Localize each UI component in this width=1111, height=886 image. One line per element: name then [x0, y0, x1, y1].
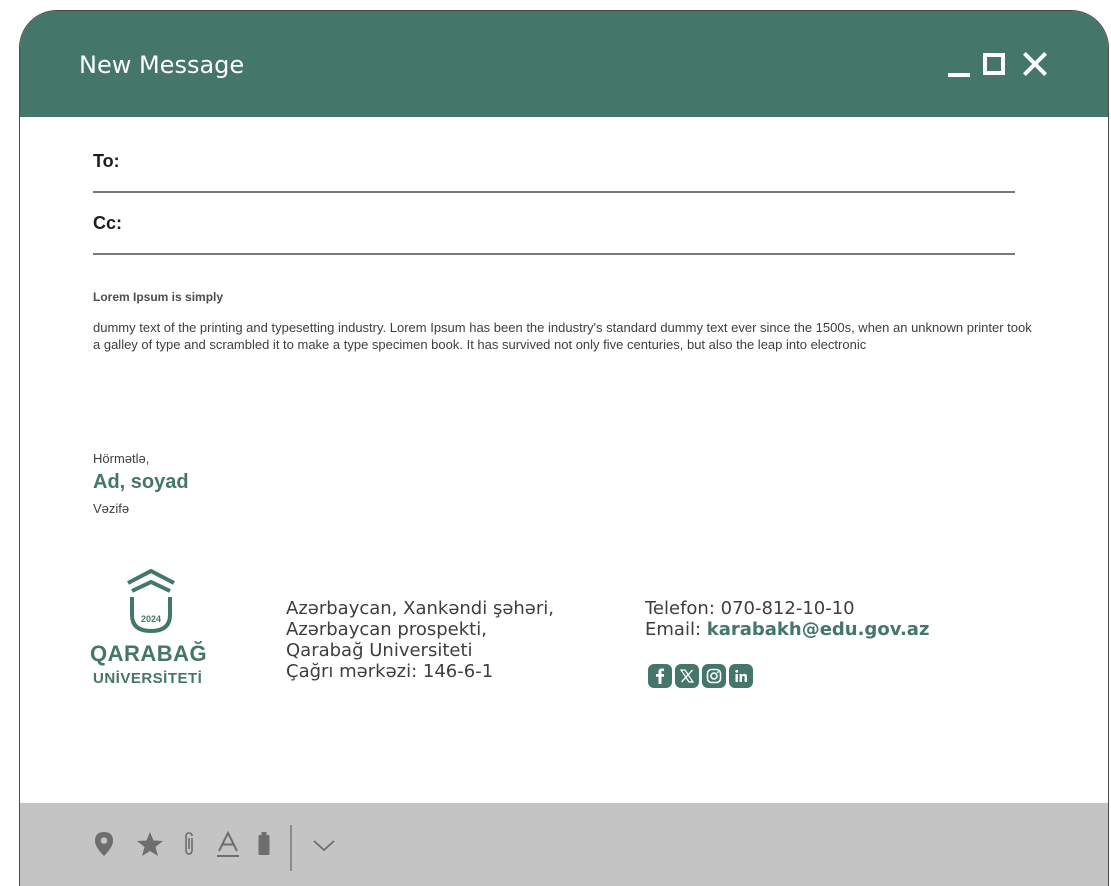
cc-input[interactable]: [133, 213, 1007, 251]
university-emblem-icon: 2024: [127, 569, 175, 633]
signature-contact: Telefon: 070-812-10-10 Email: karabakh@e…: [645, 598, 929, 640]
social-links: [648, 664, 753, 688]
window-title: New Message: [79, 51, 245, 79]
maximize-button[interactable]: [983, 53, 1005, 75]
cc-field: Cc:: [93, 213, 1015, 255]
to-field: To:: [93, 151, 1015, 193]
paperclip-icon[interactable]: [182, 831, 196, 862]
linkedin-icon[interactable]: [729, 664, 753, 688]
university-logo: 2024 QARABAĞ UNİVERSİTETİ: [90, 569, 230, 694]
minimize-button[interactable]: [948, 51, 970, 77]
phone-number: Telefon: 070-812-10-10: [645, 598, 855, 619]
location-pin-icon[interactable]: [94, 831, 114, 862]
to-input[interactable]: [133, 151, 1007, 189]
star-icon[interactable]: [136, 831, 164, 862]
toolbar-divider: [290, 825, 292, 871]
logo-line1: QARABAĞ: [90, 641, 208, 666]
email-label: Email:: [645, 619, 707, 640]
new-message-window: New Message To: Cc: Lorem Ipsum is simpl…: [19, 10, 1109, 886]
message-subject[interactable]: Lorem Ipsum is simply: [93, 290, 223, 304]
title-bar: New Message: [20, 11, 1108, 117]
signature-address: Azərbaycan, Xankəndi şəhəri, Azərbaycan …: [286, 598, 554, 682]
text-format-icon[interactable]: [215, 830, 241, 864]
chevron-down-icon[interactable]: [312, 839, 336, 858]
signature-name: Ad, soyad: [93, 471, 189, 493]
facebook-icon[interactable]: [648, 664, 672, 688]
address-line: Qarabağ Universiteti: [286, 640, 473, 661]
address-line: Azərbaycan prospekti,: [286, 619, 487, 640]
to-label: To:: [93, 151, 120, 171]
email-link[interactable]: karabakh@edu.gov.az: [707, 619, 930, 640]
address-line: Azərbaycan, Xankəndi şəhəri,: [286, 598, 555, 619]
cc-label: Cc:: [93, 213, 123, 233]
logo-year: 2024: [141, 614, 161, 624]
message-body[interactable]: dummy text of the printing and typesetti…: [93, 319, 1033, 353]
close-button[interactable]: [1022, 51, 1048, 77]
logo-line2: UNİVERSİTETİ: [93, 670, 203, 687]
instagram-icon[interactable]: [702, 664, 726, 688]
battery-icon[interactable]: [257, 831, 271, 862]
address-line: Çağrı mərkəzi: 146-6-1: [286, 661, 494, 682]
compose-toolbar: [20, 803, 1108, 886]
signature-position: Vəzifə: [93, 501, 130, 516]
email-line: Email: karabakh@edu.gov.az: [645, 619, 929, 640]
x-icon[interactable]: [675, 664, 699, 688]
signature-greeting: Hörmətlə,: [93, 451, 150, 466]
